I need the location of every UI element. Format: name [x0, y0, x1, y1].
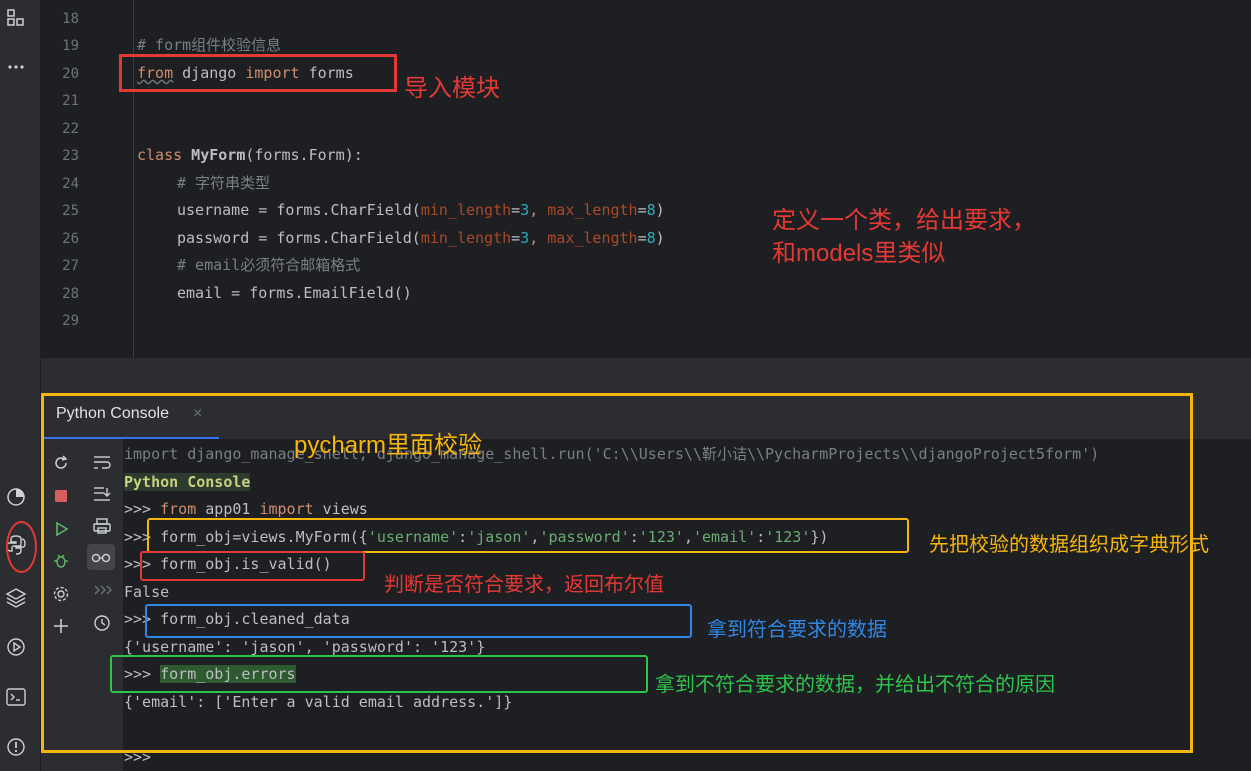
number-value: 8	[646, 229, 656, 247]
code-text: username = forms.CharField(	[177, 201, 421, 219]
layers-icon[interactable]	[5, 586, 27, 608]
code-line-24: # 字符串类型	[177, 174, 271, 192]
line-number: 21	[62, 93, 79, 109]
annotation-define-class-1: 定义一个类，给出要求，	[772, 207, 1036, 234]
line-number: 26	[62, 231, 79, 247]
code-line-23: class MyForm(forms.Form):	[137, 146, 363, 164]
number-value: 3	[520, 229, 530, 247]
separator: ,	[529, 229, 548, 247]
annotation-errors: 拿到不符合要求的数据，并给出不符合的原因	[655, 674, 1055, 696]
line-number: 28	[62, 286, 79, 302]
separator: ,	[529, 201, 548, 219]
python-console-highlight	[6, 521, 37, 573]
annotation-dict-form: 先把校验的数据组织成字典形式	[929, 534, 1209, 556]
code-text: )	[655, 229, 665, 247]
annotation-box-is-valid	[140, 551, 365, 581]
keyword-class: class	[137, 146, 183, 164]
annotation-cleaned: 拿到符合要求的数据	[707, 619, 887, 641]
line-number: 24	[62, 176, 79, 192]
annotation-define-class-2: 和models里类似	[772, 240, 946, 267]
code-line-27: # email必须符合邮箱格式	[177, 256, 361, 274]
annotation-box-dict	[147, 518, 909, 553]
annotation-box-import	[119, 54, 397, 92]
number-value: 3	[520, 201, 530, 219]
line-number: 25	[62, 203, 79, 219]
line-number: 20	[62, 66, 79, 82]
line-number: 22	[62, 121, 79, 137]
param-min-length: min_length	[420, 229, 512, 247]
services-icon[interactable]	[5, 636, 27, 658]
class-name: MyForm	[182, 146, 246, 164]
param-max-length: max_length	[547, 201, 638, 219]
annotation-is-valid: 判断是否符合要求，返回布尔值	[384, 574, 664, 596]
number-value: 8	[646, 201, 656, 219]
terminal-icon[interactable]	[5, 686, 27, 708]
panel-splitter[interactable]	[41, 358, 1251, 392]
annotation-pycharm-check: pycharm里面校验	[294, 432, 483, 459]
code-text: )	[655, 201, 665, 219]
param-min-length: min_length	[420, 201, 512, 219]
line-number: 29	[62, 313, 79, 329]
grid-icon[interactable]	[5, 7, 27, 29]
line-number: 23	[62, 148, 79, 164]
line-number: 27	[62, 258, 79, 274]
code-line-25: username = forms.CharField(min_length=3,…	[177, 201, 665, 219]
profile-icon[interactable]	[5, 486, 27, 508]
annotation-box-errors	[110, 655, 648, 693]
param-max-length: max_length	[547, 229, 638, 247]
line-number: 19	[62, 38, 79, 54]
annotation-import-module: 导入模块	[404, 75, 500, 102]
code-line-26: password = forms.CharField(min_length=3,…	[177, 229, 665, 247]
left-toolbar	[0, 0, 41, 771]
class-base: (forms.Form):	[245, 146, 363, 164]
problems-icon[interactable]	[5, 736, 27, 758]
code-line-19: # form组件校验信息	[137, 36, 282, 54]
more-icon[interactable]	[5, 56, 27, 78]
code-text: password = forms.CharField(	[177, 229, 421, 247]
line-number: 18	[62, 11, 79, 27]
annotation-box-cleaned	[145, 604, 692, 638]
code-line-28: email = forms.EmailField()	[177, 284, 412, 302]
